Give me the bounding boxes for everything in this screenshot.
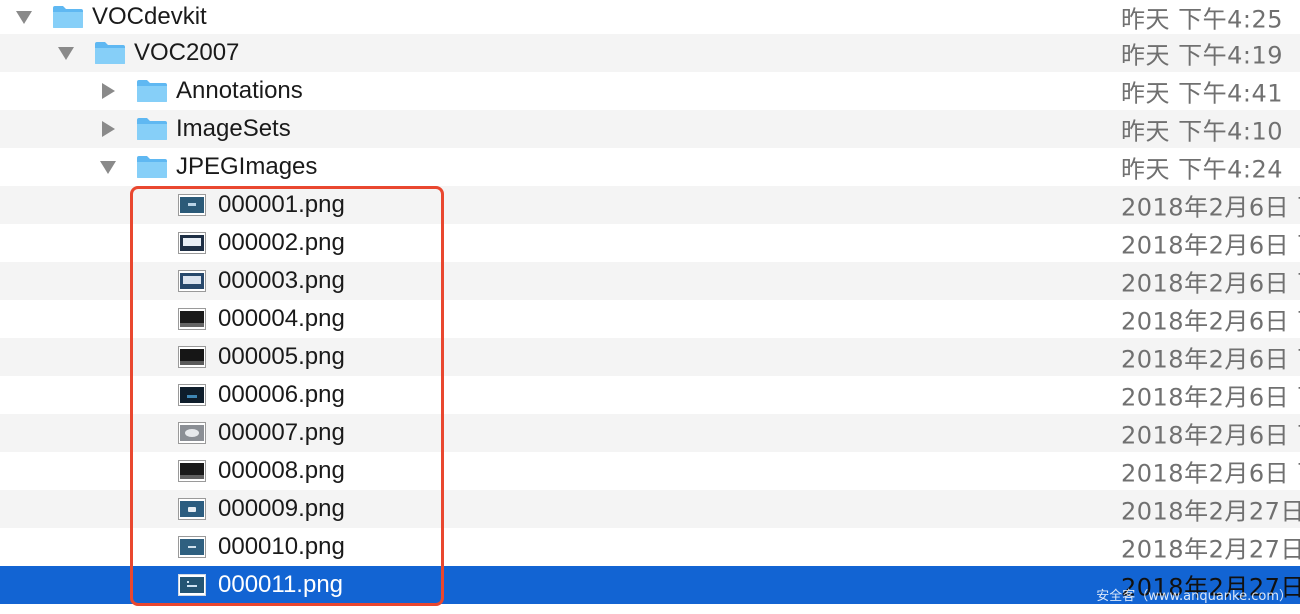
- row-name: 000011.png: [218, 571, 344, 598]
- row-name: 000001.png: [218, 191, 345, 218]
- row-name: 000007.png: [218, 419, 345, 446]
- image-thumbnail-icon: [178, 536, 206, 558]
- tree-row-file[interactable]: 000009.png 2018年2月27日: [0, 490, 1300, 528]
- row-date: 昨天 下午4:10: [1121, 117, 1284, 146]
- row-name: 000003.png: [218, 267, 345, 294]
- row-name: 000009.png: [218, 495, 345, 522]
- row-date: 2018年2月27日: [1121, 535, 1300, 564]
- row-date: 2018年2月6日 下: [1121, 269, 1300, 298]
- row-name: 000006.png: [218, 381, 345, 408]
- disclosure-expanded-icon[interactable]: [56, 43, 76, 63]
- image-thumbnail-icon: [178, 346, 206, 368]
- tree-row-file[interactable]: 000006.png 2018年2月6日 下: [0, 376, 1300, 414]
- image-thumbnail-icon: [178, 460, 206, 482]
- tree-row-file[interactable]: 000005.png 2018年2月6日 下: [0, 338, 1300, 376]
- tree-row-file[interactable]: 000010.png 2018年2月27日: [0, 528, 1300, 566]
- folder-icon: [137, 80, 167, 102]
- tree-row-file[interactable]: 000003.png 2018年2月6日 下: [0, 262, 1300, 300]
- row-date: 昨天 下午4:19: [1121, 41, 1284, 70]
- row-date: 2018年2月27日: [1121, 497, 1300, 526]
- row-date: 2018年2月6日 下: [1121, 193, 1300, 222]
- folder-icon: [137, 156, 167, 178]
- tree-row-file[interactable]: 000007.png 2018年2月6日 下: [0, 414, 1300, 452]
- row-name: 000002.png: [218, 229, 345, 256]
- row-name: ImageSets: [176, 115, 291, 142]
- row-name: 000004.png: [218, 305, 345, 332]
- tree-row-file[interactable]: 000001.png 2018年2月6日 下: [0, 186, 1300, 224]
- row-date: 昨天 下午4:41: [1121, 79, 1284, 108]
- image-thumbnail-icon: [178, 422, 206, 444]
- disclosure-collapsed-icon[interactable]: [98, 119, 118, 139]
- row-date: 昨天 下午4:25: [1121, 5, 1284, 34]
- tree-row-file[interactable]: 000008.png 2018年2月6日 下: [0, 452, 1300, 490]
- disclosure-expanded-icon[interactable]: [98, 157, 118, 177]
- row-date: 2018年2月6日 下: [1121, 307, 1300, 336]
- row-name: 000005.png: [218, 343, 345, 370]
- row-date: 2018年2月6日 下: [1121, 421, 1300, 450]
- watermark-text: 安全客（www.anquanke.com）: [1096, 589, 1292, 604]
- disclosure-collapsed-icon[interactable]: [98, 81, 118, 101]
- tree-row-file[interactable]: 000002.png 2018年2月6日 下: [0, 224, 1300, 262]
- row-name: Annotations: [176, 77, 303, 104]
- tree-row-jpegimages[interactable]: JPEGImages 昨天 下午4:24: [0, 148, 1300, 186]
- tree-row-file[interactable]: 000004.png 2018年2月6日 下: [0, 300, 1300, 338]
- image-thumbnail-icon: [178, 574, 206, 596]
- row-date: 2018年2月6日 下: [1121, 231, 1300, 260]
- row-date: 2018年2月6日 下: [1121, 345, 1300, 374]
- tree-row-imagesets[interactable]: ImageSets 昨天 下午4:10: [0, 110, 1300, 148]
- disclosure-expanded-icon[interactable]: [14, 7, 34, 27]
- image-thumbnail-icon: [178, 498, 206, 520]
- image-thumbnail-icon: [178, 384, 206, 406]
- row-name: 000010.png: [218, 533, 345, 560]
- image-thumbnail-icon: [178, 308, 206, 330]
- image-thumbnail-icon: [178, 270, 206, 292]
- row-name: VOC2007: [134, 39, 240, 66]
- image-thumbnail-icon: [178, 194, 206, 216]
- tree-row-vocdevkit[interactable]: VOCdevkit 昨天 下午4:25: [0, 0, 1300, 34]
- folder-icon: [137, 118, 167, 140]
- row-name: JPEGImages: [176, 153, 318, 180]
- row-date: 2018年2月6日 下: [1121, 383, 1300, 412]
- tree-row-annotations[interactable]: Annotations 昨天 下午4:41: [0, 72, 1300, 110]
- row-name: 000008.png: [218, 457, 345, 484]
- image-thumbnail-icon: [178, 232, 206, 254]
- folder-icon: [53, 6, 83, 28]
- tree-row-voc2007[interactable]: VOC2007 昨天 下午4:19: [0, 34, 1300, 72]
- file-tree: VOCdevkit 昨天 下午4:25 VOC2007 昨天 下午4:19 An…: [0, 0, 1300, 604]
- row-date: 2018年2月6日 下: [1121, 459, 1300, 488]
- folder-icon: [95, 42, 125, 64]
- row-date: 昨天 下午4:24: [1121, 155, 1284, 184]
- row-name: VOCdevkit: [92, 3, 207, 30]
